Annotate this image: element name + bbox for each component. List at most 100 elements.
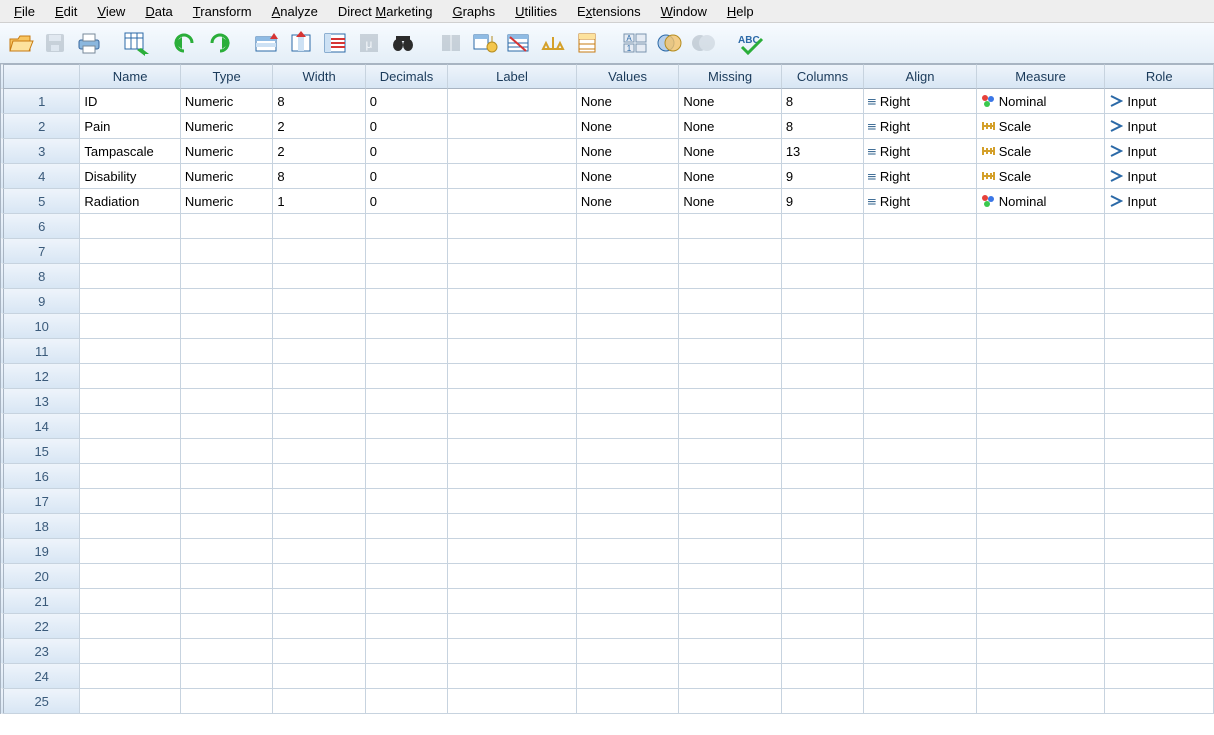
cell-label[interactable]	[448, 189, 577, 214]
cell-decimals[interactable]: 0	[366, 164, 448, 189]
menu-item[interactable]: Data	[135, 2, 182, 21]
row-number[interactable]: 12	[0, 364, 80, 389]
col-header-width[interactable]: Width	[273, 64, 365, 89]
row-number[interactable]: 5	[0, 189, 80, 214]
row-number[interactable]: 13	[0, 389, 80, 414]
cell-columns[interactable]: 8	[782, 89, 864, 114]
row-number[interactable]: 10	[0, 314, 80, 339]
row-number[interactable]: 2	[0, 114, 80, 139]
row-number[interactable]: 7	[0, 239, 80, 264]
col-header-measure[interactable]: Measure	[977, 64, 1106, 89]
value-labels-icon[interactable]	[538, 28, 568, 58]
menu-item[interactable]: Analyze	[262, 2, 328, 21]
goto-variable-icon[interactable]	[286, 28, 316, 58]
cell-values[interactable]: None	[577, 164, 680, 189]
row-number[interactable]: 6	[0, 214, 80, 239]
row-number[interactable]: 9	[0, 289, 80, 314]
open-file-icon[interactable]	[6, 28, 36, 58]
menu-item[interactable]: Help	[717, 2, 764, 21]
cell-name[interactable]: Pain	[80, 114, 180, 139]
menu-item[interactable]: Window	[651, 2, 717, 21]
print-icon[interactable]	[74, 28, 104, 58]
weight-cases-icon[interactable]	[470, 28, 500, 58]
menu-item[interactable]: Edit	[45, 2, 87, 21]
cell-missing[interactable]: None	[679, 89, 782, 114]
row-number[interactable]: 18	[0, 514, 80, 539]
col-header-values[interactable]: Values	[577, 64, 680, 89]
cell-decimals[interactable]: 0	[366, 114, 448, 139]
cell-missing[interactable]: None	[679, 164, 782, 189]
row-number[interactable]: 24	[0, 664, 80, 689]
cell-values[interactable]: None	[577, 189, 680, 214]
row-number[interactable]: 23	[0, 639, 80, 664]
row-number[interactable]: 8	[0, 264, 80, 289]
row-number[interactable]: 21	[0, 589, 80, 614]
cell-width[interactable]: 2	[273, 139, 365, 164]
cell-align[interactable]: Right	[864, 89, 977, 114]
cell-label[interactable]	[448, 164, 577, 189]
cell-measure[interactable]: Scale	[977, 164, 1106, 189]
row-number[interactable]: 14	[0, 414, 80, 439]
cell-columns[interactable]: 8	[782, 114, 864, 139]
menu-item[interactable]: Transform	[183, 2, 262, 21]
cell-role[interactable]: Input	[1105, 139, 1214, 164]
row-number[interactable]: 11	[0, 339, 80, 364]
menu-item[interactable]: Graphs	[442, 2, 505, 21]
cell-name[interactable]: ID	[80, 89, 180, 114]
col-header-align[interactable]: Align	[864, 64, 977, 89]
col-header-type[interactable]: Type	[181, 64, 273, 89]
redo-icon[interactable]	[204, 28, 234, 58]
cell-label[interactable]	[448, 89, 577, 114]
cell-label[interactable]	[448, 114, 577, 139]
find-icon[interactable]	[388, 28, 418, 58]
compute-icon[interactable]: μ	[354, 28, 384, 58]
row-number[interactable]: 15	[0, 439, 80, 464]
use-sets-icon[interactable]	[572, 28, 602, 58]
cell-type[interactable]: Numeric	[181, 89, 273, 114]
cell-values[interactable]: None	[577, 114, 680, 139]
cell-decimals[interactable]: 0	[366, 89, 448, 114]
cell-missing[interactable]: None	[679, 189, 782, 214]
col-header-decimals[interactable]: Decimals	[366, 64, 448, 89]
row-number[interactable]: 20	[0, 564, 80, 589]
menu-item[interactable]: File	[4, 2, 45, 21]
cell-missing[interactable]: None	[679, 139, 782, 164]
row-number[interactable]: 16	[0, 464, 80, 489]
row-number[interactable]: 1	[0, 89, 80, 114]
cell-decimals[interactable]: 0	[366, 139, 448, 164]
aa-icon[interactable]: A1	[620, 28, 650, 58]
venn-subtract-icon[interactable]	[688, 28, 718, 58]
spellcheck-icon[interactable]: ABC	[736, 28, 766, 58]
cell-align[interactable]: Right	[864, 189, 977, 214]
cell-width[interactable]: 8	[273, 164, 365, 189]
cell-type[interactable]: Numeric	[181, 139, 273, 164]
cell-type[interactable]: Numeric	[181, 114, 273, 139]
cell-width[interactable]: 8	[273, 89, 365, 114]
cell-name[interactable]: Tampascale	[80, 139, 180, 164]
cell-columns[interactable]: 13	[782, 139, 864, 164]
menu-item[interactable]: Direct Marketing	[328, 2, 443, 21]
undo-icon[interactable]	[170, 28, 200, 58]
cell-width[interactable]: 2	[273, 114, 365, 139]
col-header-name[interactable]: Name	[80, 64, 180, 89]
col-header-missing[interactable]: Missing	[679, 64, 782, 89]
cell-name[interactable]: Disability	[80, 164, 180, 189]
cell-values[interactable]: None	[577, 89, 680, 114]
cell-measure[interactable]: Nominal	[977, 89, 1106, 114]
cell-type[interactable]: Numeric	[181, 189, 273, 214]
row-number[interactable]: 25	[0, 689, 80, 714]
cell-columns[interactable]: 9	[782, 164, 864, 189]
cell-columns[interactable]: 9	[782, 189, 864, 214]
select-cases-icon[interactable]	[504, 28, 534, 58]
cell-role[interactable]: Input	[1105, 189, 1214, 214]
col-header-role[interactable]: Role	[1105, 64, 1214, 89]
cell-name[interactable]: Radiation	[80, 189, 180, 214]
row-number[interactable]: 17	[0, 489, 80, 514]
menu-item[interactable]: Utilities	[505, 2, 567, 21]
cell-role[interactable]: Input	[1105, 89, 1214, 114]
row-number[interactable]: 19	[0, 539, 80, 564]
row-number[interactable]: 22	[0, 614, 80, 639]
cell-decimals[interactable]: 0	[366, 189, 448, 214]
row-number[interactable]: 4	[0, 164, 80, 189]
goto-case-icon[interactable]	[252, 28, 282, 58]
